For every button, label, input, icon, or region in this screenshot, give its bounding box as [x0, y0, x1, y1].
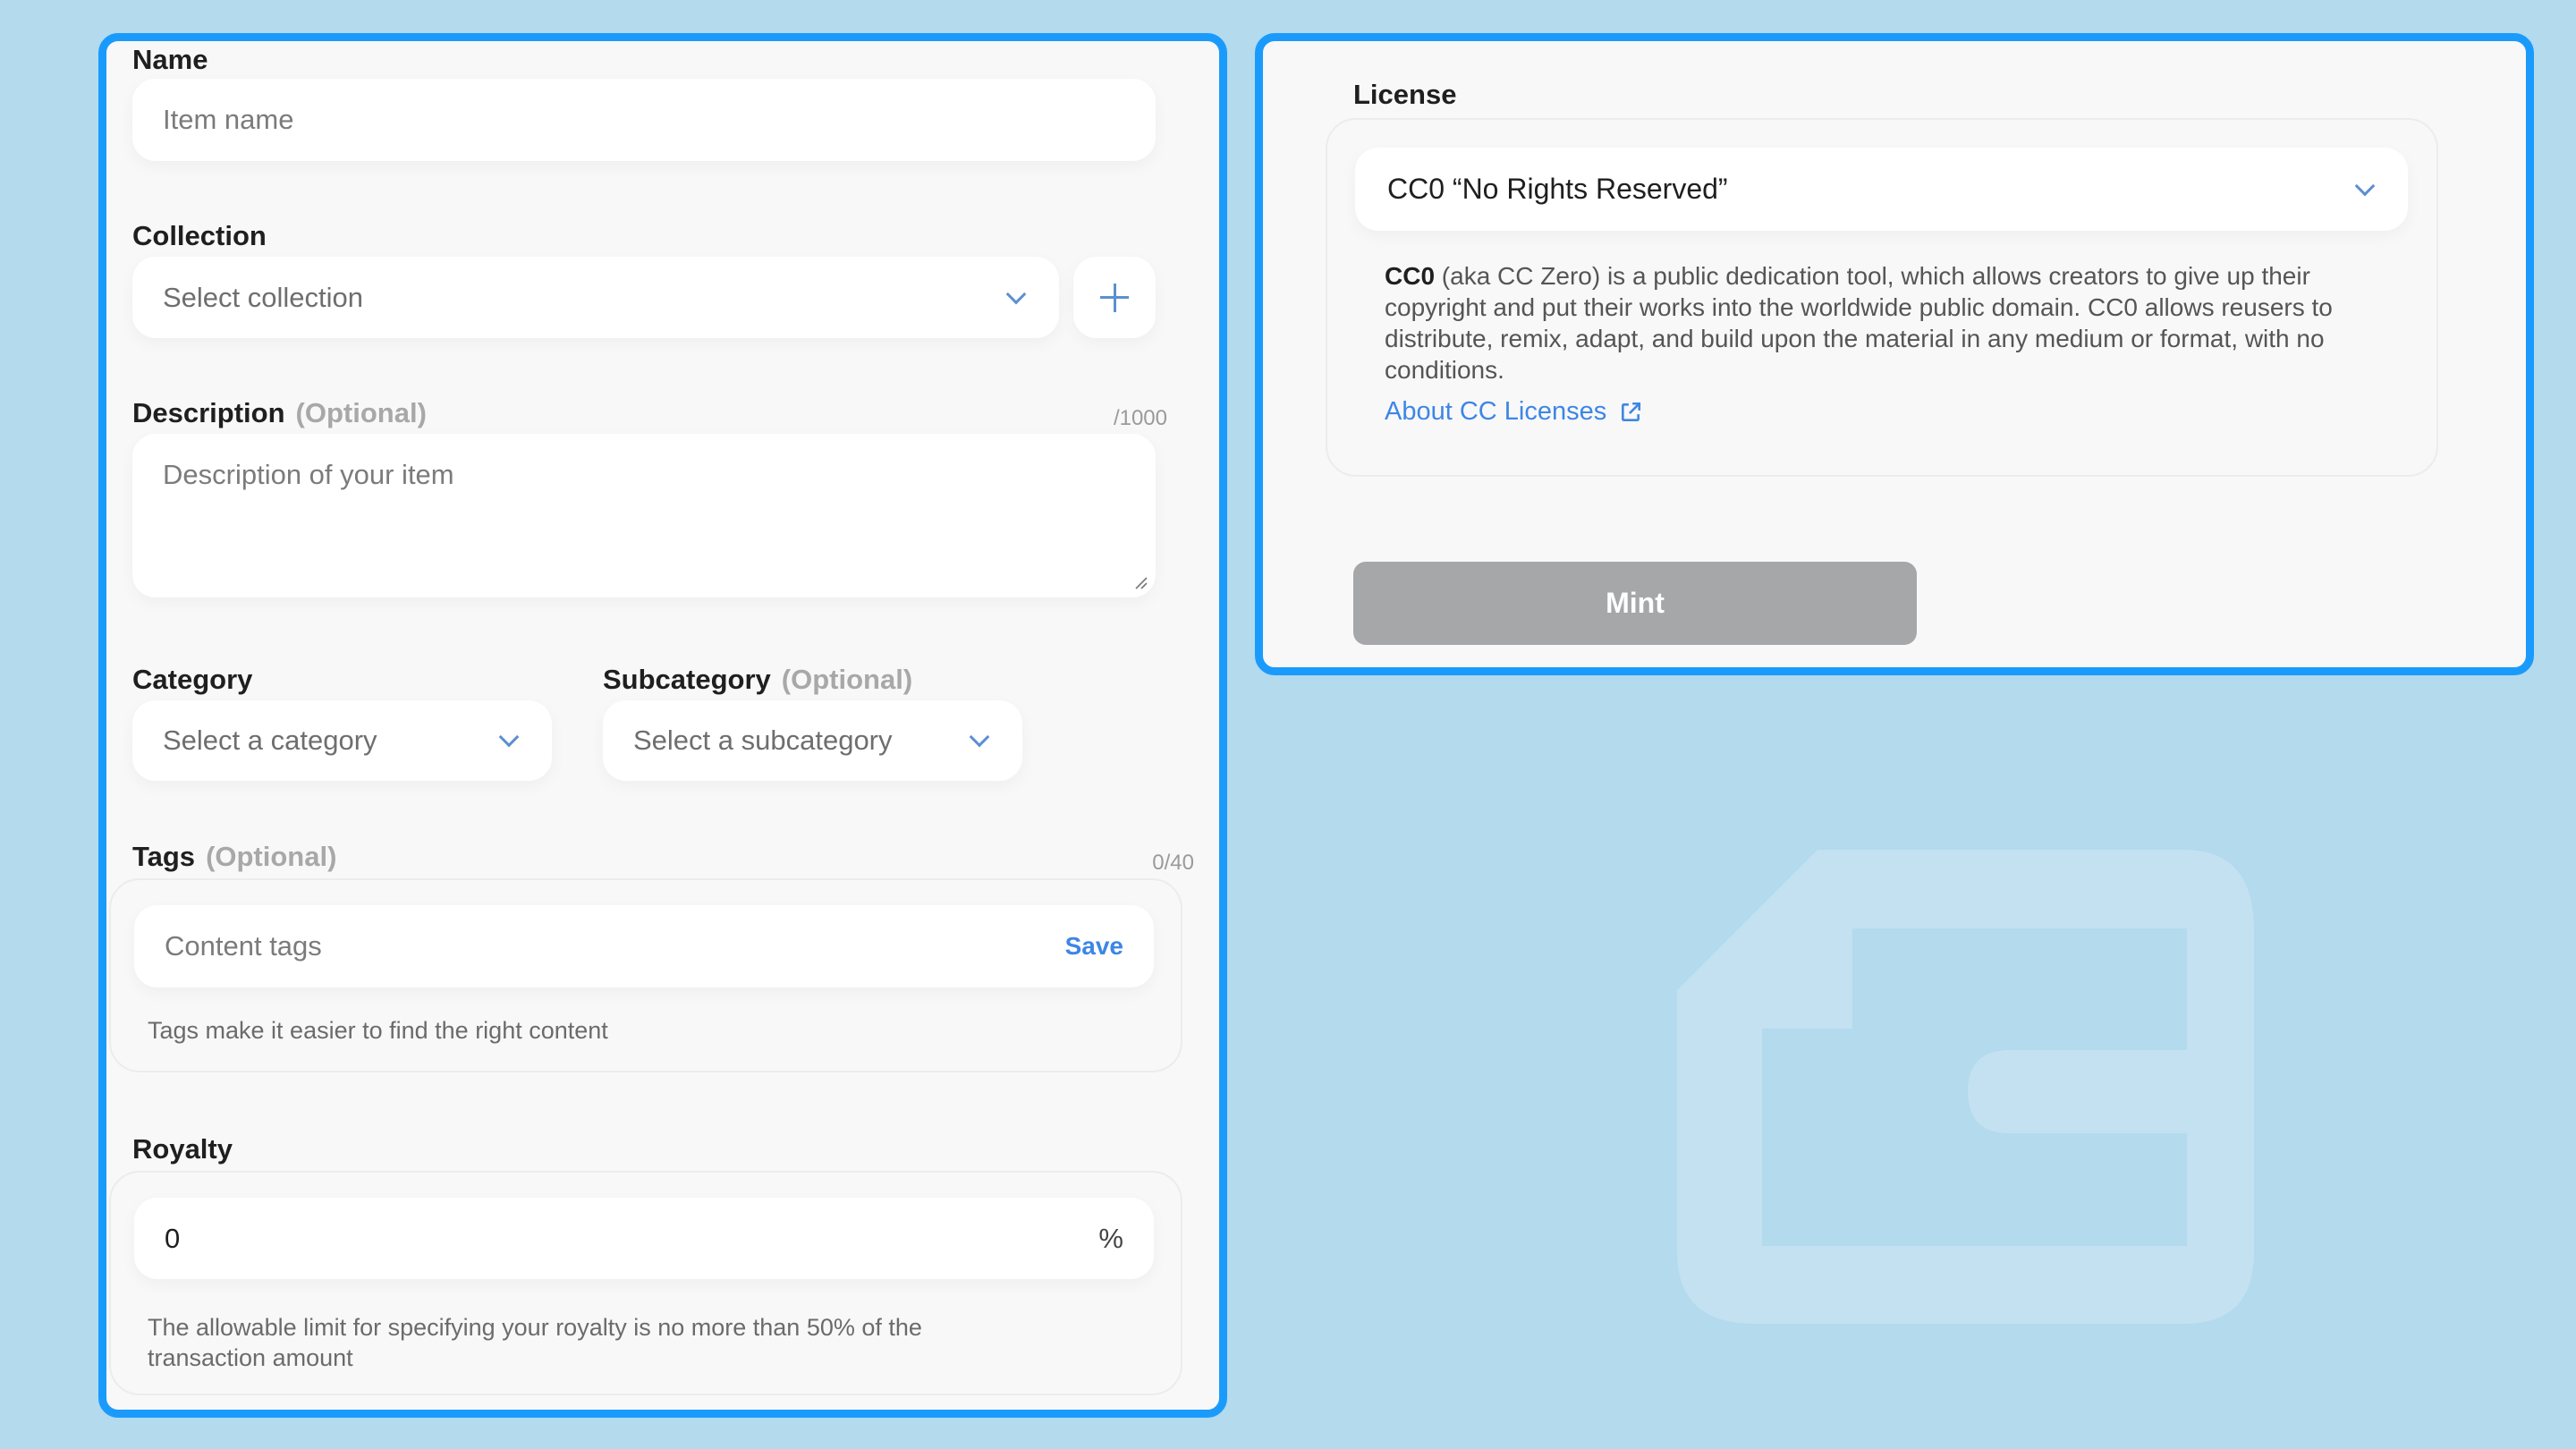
chevron-down-icon: [2354, 175, 2376, 196]
name-label: Name: [132, 44, 208, 75]
subcategory-label: Subcategory (Optional): [603, 664, 912, 696]
tags-label: Tags (Optional): [132, 841, 336, 873]
percent-suffix: %: [1098, 1222, 1123, 1254]
category-select-value: Select a category: [163, 724, 377, 756]
license-description-bold: CC0: [1385, 262, 1436, 290]
tags-counter: 0/40: [1152, 851, 1194, 875]
plus-icon: [1073, 257, 1156, 338]
license-description-text: (aka CC Zero) is a public dedication too…: [1385, 262, 2333, 384]
tags-optional-tag: (Optional): [206, 841, 337, 872]
description-textarea[interactable]: [163, 459, 1125, 566]
license-description: CC0 (aka CC Zero) is a public dedication…: [1385, 260, 2377, 386]
tags-input[interactable]: [165, 930, 1065, 962]
tags-field[interactable]: Save: [134, 905, 1154, 987]
royalty-field[interactable]: %: [134, 1198, 1154, 1279]
collection-select[interactable]: Select collection: [132, 257, 1059, 338]
description-label-text: Description: [132, 397, 285, 428]
license-label: License: [1353, 79, 1457, 110]
subcategory-optional-tag: (Optional): [781, 664, 913, 695]
royalty-label: Royalty: [132, 1133, 233, 1165]
name-field[interactable]: [132, 79, 1156, 161]
royalty-helper-text: The allowable limit for specifying your …: [148, 1314, 922, 1371]
external-link-icon: [1622, 402, 1641, 421]
description-char-counter: /1000: [1113, 406, 1167, 430]
resize-handle-icon[interactable]: [1134, 576, 1148, 590]
collection-select-value: Select collection: [163, 281, 364, 313]
subcategory-select[interactable]: Select a subcategory: [603, 700, 1022, 781]
license-select[interactable]: CC0 “No Rights Reserved”: [1355, 148, 2408, 231]
tags-helper-text: Tags make it easier to find the right co…: [148, 1017, 608, 1044]
tags-label-text: Tags: [132, 841, 196, 872]
about-cc-licenses-link[interactable]: About CC Licenses: [1385, 397, 1642, 427]
description-label: Description (Optional): [132, 397, 427, 429]
mint-button[interactable]: Mint: [1353, 562, 1917, 645]
subcategory-select-value: Select a subcategory: [633, 724, 893, 756]
save-tags-button[interactable]: Save: [1065, 932, 1123, 961]
collection-label: Collection: [132, 220, 267, 251]
chevron-down-icon: [498, 726, 520, 748]
category-select[interactable]: Select a category: [132, 700, 552, 781]
subcategory-label-text: Subcategory: [603, 664, 771, 695]
item-details-panel: Name Collection Select collection Descri…: [98, 33, 1227, 1418]
chevron-down-icon: [1005, 284, 1027, 304]
name-input[interactable]: [163, 104, 1125, 136]
license-select-value: CC0 “No Rights Reserved”: [1387, 173, 1728, 205]
background-logo-icon: [1677, 850, 2254, 1324]
description-optional-tag: (Optional): [295, 397, 427, 428]
category-label: Category: [132, 664, 253, 695]
license-panel: License CC0 “No Rights Reserved” CC0 (ak…: [1255, 33, 2534, 675]
add-collection-button[interactable]: [1073, 257, 1156, 338]
about-cc-licenses-label: About CC Licenses: [1385, 397, 1607, 426]
royalty-input[interactable]: [165, 1222, 1099, 1255]
description-field[interactable]: [132, 434, 1156, 597]
chevron-down-icon: [969, 726, 990, 748]
